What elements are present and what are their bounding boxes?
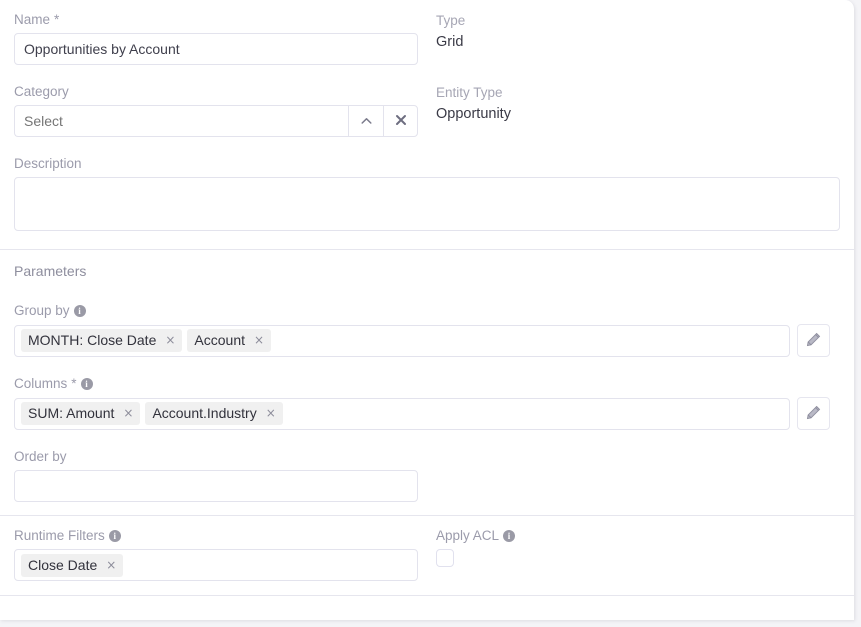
pencil-icon — [806, 405, 821, 423]
footer-section: Runtime Filters i Close Date × Apply ACL… — [0, 516, 854, 595]
columns-row: SUM: Amount × Account.Industry × — [14, 397, 840, 430]
group-by-field-group: Group by i MONTH: Close Date × Account × — [14, 303, 840, 357]
type-field-group: Type Grid — [434, 12, 840, 52]
info-icon[interactable]: i — [109, 530, 121, 542]
category-input[interactable] — [14, 105, 348, 137]
tag-label: MONTH: Close Date — [28, 332, 156, 348]
tag[interactable]: MONTH: Close Date × — [21, 329, 182, 352]
columns-label: Columns * i — [14, 376, 840, 392]
tag[interactable]: SUM: Amount × — [21, 402, 140, 425]
info-icon[interactable]: i — [74, 305, 86, 317]
name-label-text: Name — [14, 12, 50, 28]
runtime-filters-label-text: Runtime Filters — [14, 528, 105, 544]
order-by-field-group: Order by — [14, 449, 840, 502]
category-label: Category — [14, 84, 434, 100]
tag-label: Account — [194, 332, 245, 348]
description-label-text: Description — [14, 156, 82, 172]
runtime-filters-acl-row: Runtime Filters i Close Date × Apply ACL… — [14, 528, 840, 581]
runtime-filters-tag-field[interactable]: Close Date × — [14, 549, 418, 581]
description-field-group: Description — [14, 156, 840, 236]
category-clear-button[interactable] — [383, 105, 418, 137]
columns-tag-field[interactable]: SUM: Amount × Account.Industry × — [14, 398, 790, 430]
order-by-label-text: Order by — [14, 449, 67, 465]
tag-label: Account.Industry — [152, 405, 256, 421]
group-by-tag-field[interactable]: MONTH: Close Date × Account × — [14, 325, 790, 357]
columns-label-text: Columns — [14, 376, 67, 392]
tag-remove-icon[interactable]: × — [165, 334, 175, 346]
close-icon — [395, 114, 407, 129]
group-by-label: Group by i — [14, 303, 840, 319]
info-icon[interactable]: i — [503, 530, 515, 542]
group-by-row: MONTH: Close Date × Account × — [14, 324, 840, 357]
tag-remove-icon[interactable]: × — [123, 407, 133, 419]
page-background: Name * Type Grid Category — [0, 0, 861, 627]
tag-remove-icon[interactable]: × — [106, 559, 116, 571]
tag[interactable]: Account.Industry × — [145, 402, 282, 425]
category-field-group: Category — [14, 84, 434, 137]
type-value: Grid — [436, 33, 840, 52]
general-section: Name * Type Grid Category — [0, 0, 854, 249]
order-by-input[interactable] — [14, 470, 418, 502]
entity-type-field-group: Entity Type Opportunity — [434, 84, 840, 124]
category-select-wrap — [14, 105, 418, 137]
apply-acl-label: Apply ACL i — [436, 528, 840, 544]
parameters-section-title: Parameters — [14, 262, 840, 280]
runtime-filters-field-group: Runtime Filters i Close Date × — [14, 528, 434, 581]
category-label-text: Category — [14, 84, 69, 100]
group-by-label-text: Group by — [14, 303, 70, 319]
description-label: Description — [14, 156, 840, 172]
section-divider-3 — [0, 595, 854, 596]
tag-label: SUM: Amount — [28, 405, 114, 421]
apply-acl-checkbox[interactable] — [436, 549, 454, 567]
tag-remove-icon[interactable]: × — [254, 334, 264, 346]
category-entity-row: Category — [14, 84, 840, 137]
entity-type-value: Opportunity — [436, 105, 840, 124]
info-icon[interactable]: i — [81, 378, 93, 390]
chevron-up-icon — [361, 115, 372, 127]
apply-acl-label-text: Apply ACL — [436, 528, 499, 544]
name-input[interactable] — [14, 33, 418, 65]
parameters-section: Parameters Group by i MONTH: Close Date … — [0, 250, 854, 515]
columns-required-marker: * — [71, 376, 76, 392]
name-required-marker: * — [54, 12, 59, 28]
tag-label: Close Date — [28, 557, 97, 573]
runtime-filters-label: Runtime Filters i — [14, 528, 434, 544]
group-by-edit-button[interactable] — [797, 324, 830, 357]
tag-remove-icon[interactable]: × — [266, 407, 276, 419]
apply-acl-field-group: Apply ACL i — [434, 528, 840, 567]
type-label: Type — [436, 13, 840, 29]
name-type-row: Name * Type Grid — [14, 12, 840, 65]
category-collapse-button[interactable] — [348, 105, 383, 137]
report-definition-card: Name * Type Grid Category — [0, 0, 854, 620]
columns-edit-button[interactable] — [797, 397, 830, 430]
columns-field-group: Columns * i SUM: Amount × Account.Indust… — [14, 376, 840, 430]
entity-type-label: Entity Type — [436, 85, 840, 101]
name-field-group: Name * — [14, 12, 434, 65]
tag[interactable]: Close Date × — [21, 554, 123, 577]
pencil-icon — [806, 332, 821, 350]
name-label: Name * — [14, 12, 434, 28]
description-textarea[interactable] — [14, 177, 840, 231]
tag[interactable]: Account × — [187, 329, 271, 352]
order-by-label: Order by — [14, 449, 840, 465]
